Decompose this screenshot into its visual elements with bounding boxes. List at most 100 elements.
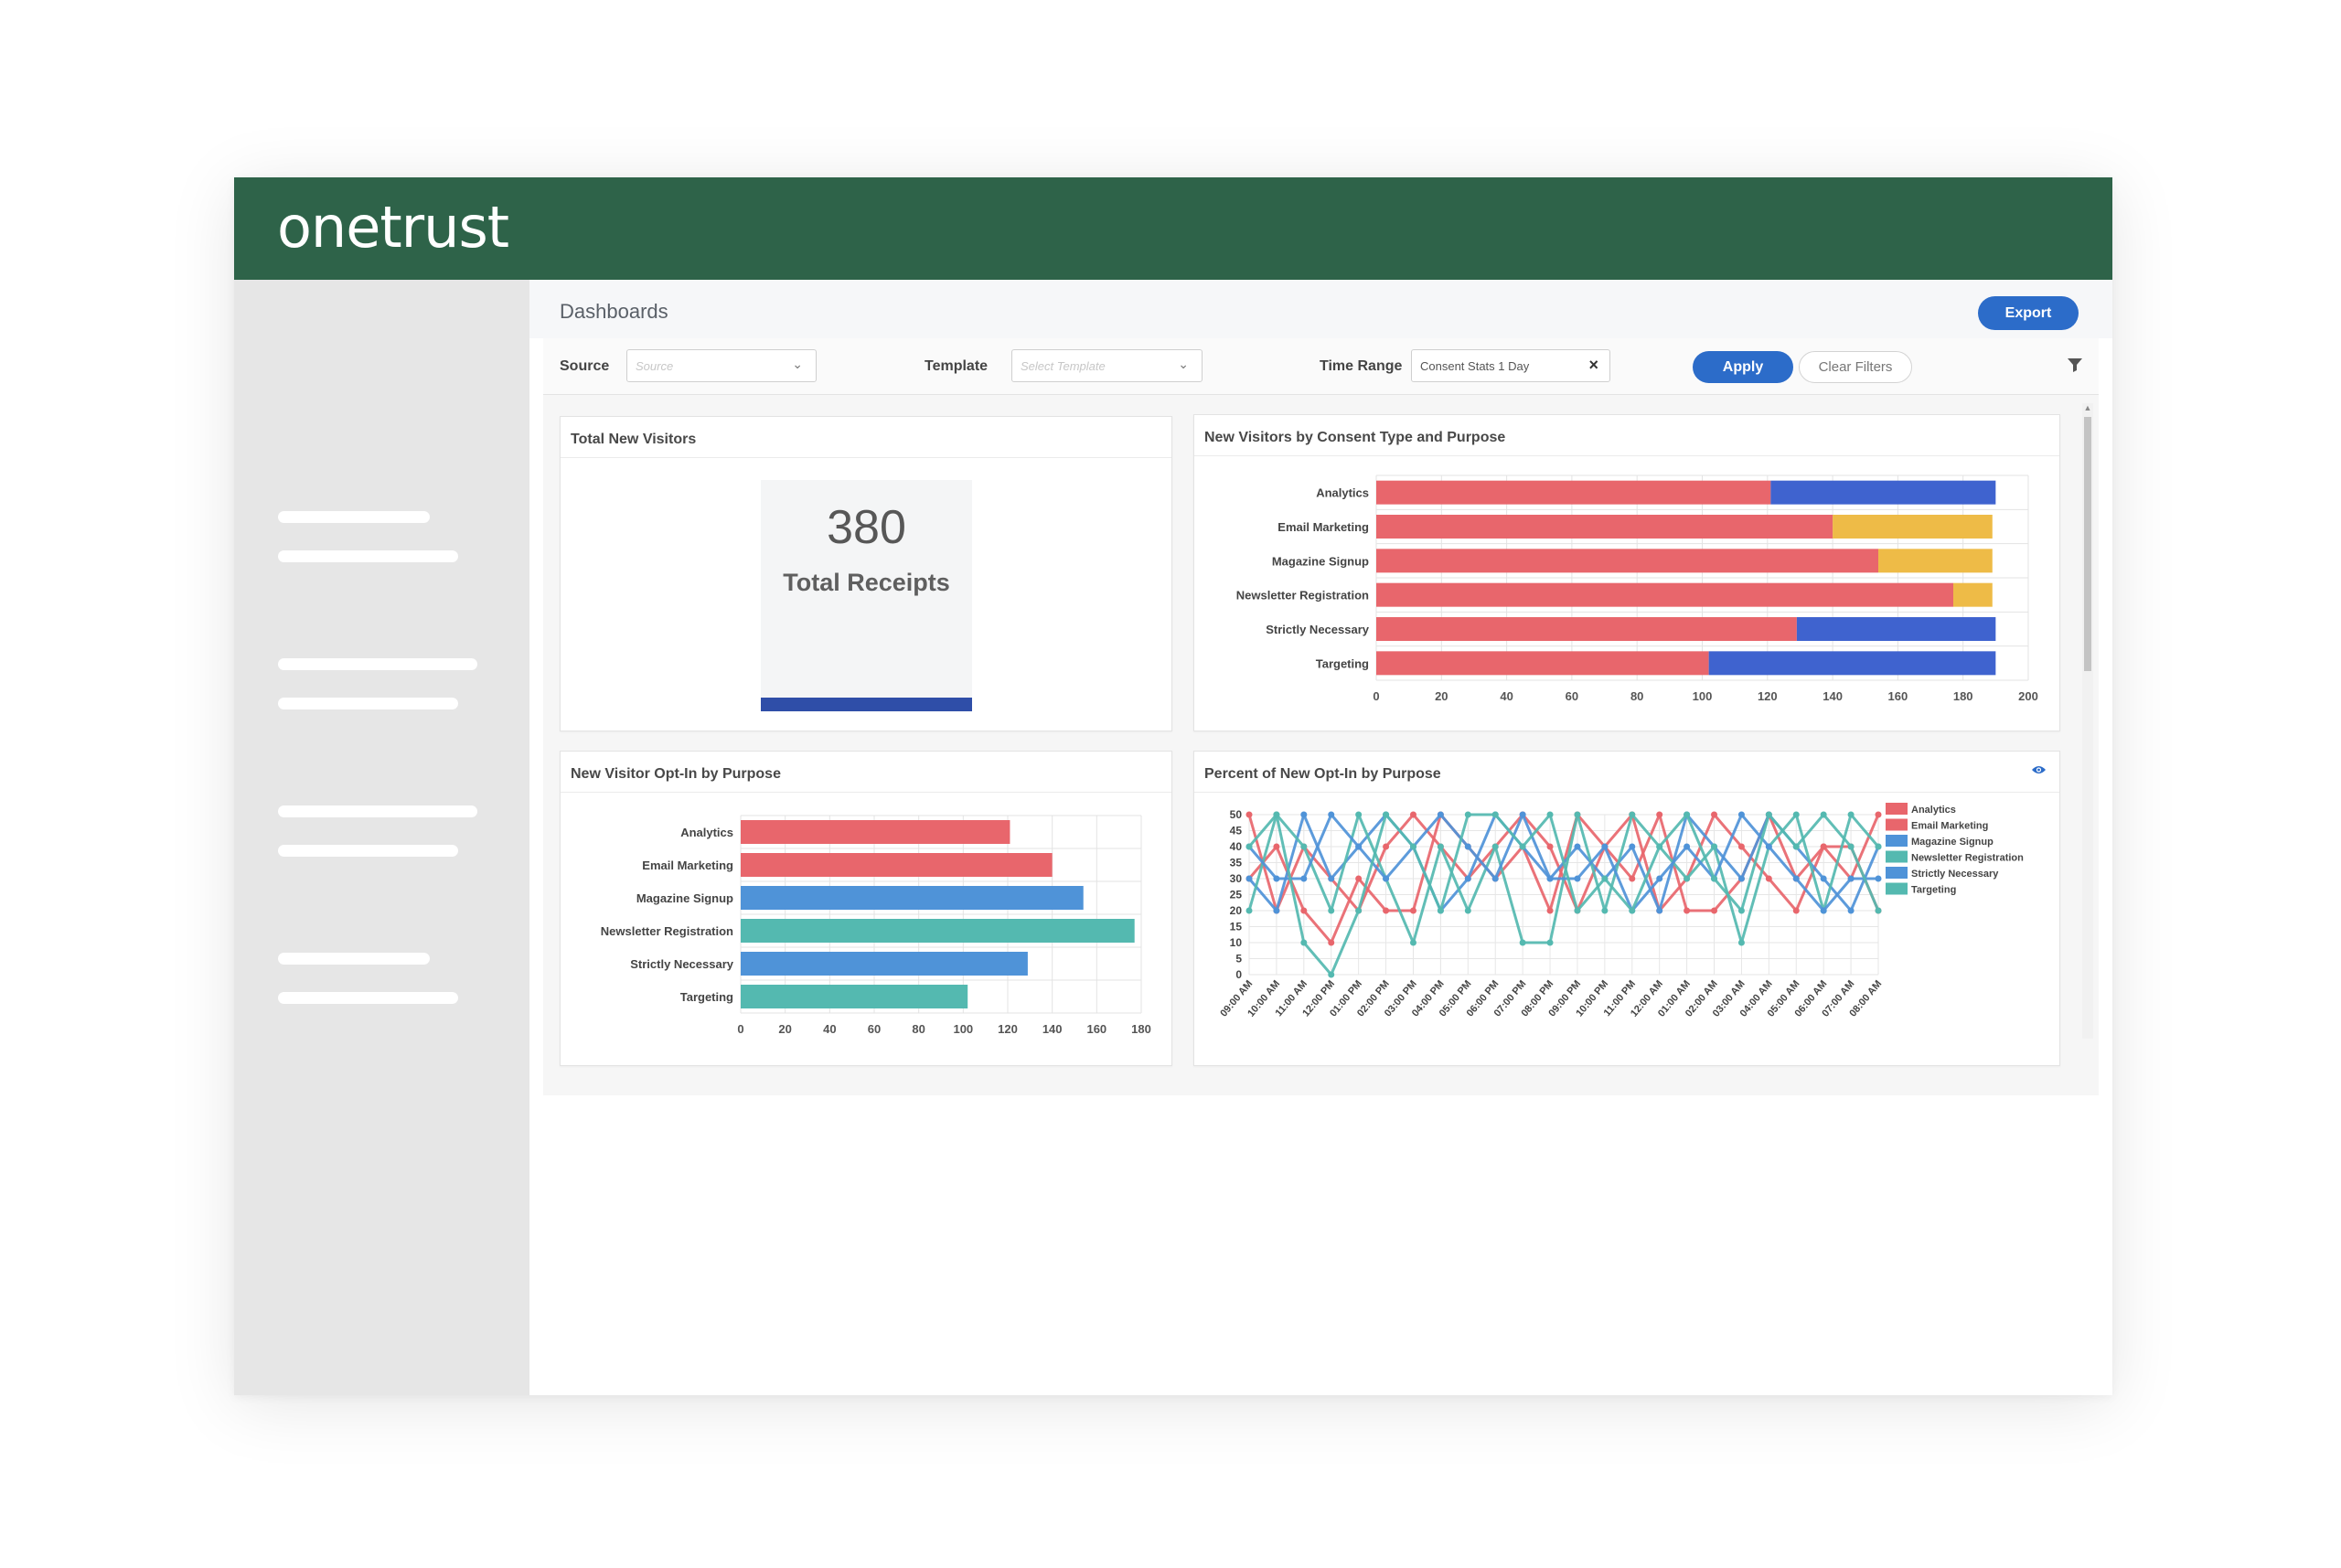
- legend-swatch: [1886, 803, 1908, 815]
- data-point: [1328, 875, 1335, 882]
- data-point: [1273, 811, 1280, 818]
- category-label: Analytics: [680, 826, 733, 839]
- legend-label: Email Marketing: [1911, 821, 1988, 832]
- bar-segment: [1376, 515, 1833, 539]
- page-header: Dashboards Export: [529, 280, 2112, 338]
- data-point: [1656, 875, 1663, 882]
- data-point: [1765, 875, 1772, 882]
- filter-funnel-icon[interactable]: [2065, 355, 2085, 375]
- onetrust-logo[interactable]: onetrust: [277, 194, 509, 261]
- data-point: [1300, 811, 1308, 818]
- filter-bar: Source Source ⌄ Template Select Template…: [543, 338, 2099, 395]
- data-point: [1546, 939, 1554, 946]
- chevron-down-icon: ⌄: [1178, 357, 1189, 371]
- x-tick-label: 60: [868, 1022, 881, 1036]
- eye-icon[interactable]: [2031, 764, 2047, 775]
- y-tick-label: 0: [1235, 968, 1242, 981]
- total-receipts-label: Total Receipts: [783, 569, 950, 596]
- data-point: [1711, 811, 1718, 818]
- x-tick-label: 160: [1086, 1022, 1106, 1036]
- data-point: [1792, 811, 1800, 818]
- data-point: [1629, 907, 1636, 914]
- data-point: [1684, 811, 1691, 818]
- data-point: [1684, 875, 1691, 882]
- legend-swatch: [1886, 850, 1908, 863]
- time-range-select[interactable]: Consent Stats 1 Day ×: [1411, 349, 1610, 382]
- data-point: [1383, 843, 1390, 850]
- legend-swatch: [1886, 882, 1908, 895]
- sidebar-placeholder-line[interactable]: [278, 805, 477, 817]
- data-point: [1656, 811, 1663, 818]
- category-label: Strictly Necessary: [630, 957, 734, 971]
- template-placeholder: Select Template: [1021, 359, 1106, 373]
- clear-x-icon[interactable]: ×: [1588, 356, 1598, 375]
- data-point: [1328, 907, 1335, 914]
- export-button[interactable]: Export: [1978, 296, 2079, 330]
- y-tick-label: 15: [1230, 921, 1243, 933]
- apply-button[interactable]: Apply: [1693, 351, 1793, 383]
- x-tick-label: 40: [823, 1022, 836, 1036]
- data-point: [1711, 907, 1718, 914]
- data-point: [1711, 843, 1718, 850]
- bar-segment: [1796, 617, 1996, 641]
- sidebar-placeholder-line[interactable]: [278, 953, 430, 965]
- card-header: Total New Visitors: [561, 417, 1171, 458]
- card-header: New Visitor Opt-In by Purpose: [561, 752, 1171, 793]
- data-point: [1464, 907, 1471, 914]
- data-point: [1328, 939, 1335, 946]
- template-select[interactable]: Select Template ⌄: [1011, 349, 1203, 382]
- vertical-scrollbar[interactable]: ▲: [2082, 403, 2093, 1039]
- x-tick-label: 0: [1373, 689, 1379, 703]
- data-point: [1409, 811, 1416, 818]
- total-receipts-tile: 380 Total Receipts: [761, 480, 972, 711]
- card-title: New Visitor Opt-In by Purpose: [571, 766, 781, 782]
- scrollbar-thumb[interactable]: [2084, 417, 2091, 671]
- data-point: [1574, 907, 1581, 914]
- x-tick-label: 100: [1693, 689, 1713, 703]
- app-window: onetrust Dashboards Export Source Source…: [234, 177, 2112, 1395]
- data-point: [1875, 843, 1882, 850]
- data-point: [1355, 811, 1363, 818]
- category-label: Newsletter Registration: [601, 924, 733, 938]
- sidebar-placeholder-line[interactable]: [278, 550, 458, 562]
- data-point: [1737, 907, 1745, 914]
- data-point: [1519, 843, 1526, 850]
- x-tick-label: 140: [1042, 1022, 1063, 1036]
- data-point: [1792, 907, 1800, 914]
- data-point: [1765, 843, 1772, 850]
- bar-segment: [1376, 651, 1709, 676]
- legend-label: Newsletter Registration: [1911, 853, 2024, 864]
- bar: [741, 886, 1084, 910]
- total-receipts-bar: [761, 698, 972, 711]
- x-tick-label: 0: [737, 1022, 743, 1036]
- data-point: [1355, 875, 1363, 882]
- data-point: [1792, 843, 1800, 850]
- legend-label: Analytics: [1911, 805, 1956, 816]
- sidebar-placeholder-line[interactable]: [278, 511, 430, 523]
- sidebar-placeholder-line[interactable]: [278, 658, 477, 670]
- sidebar-placeholder-line[interactable]: [278, 845, 458, 857]
- source-placeholder: Source: [636, 359, 674, 373]
- sidebar-placeholder-line[interactable]: [278, 698, 458, 709]
- data-point: [1847, 907, 1855, 914]
- clear-filters-button[interactable]: Clear Filters: [1799, 351, 1912, 383]
- x-tick-label: 60: [1566, 689, 1578, 703]
- data-point: [1300, 875, 1308, 882]
- sidebar-placeholder-line[interactable]: [278, 992, 458, 1004]
- card-header: Percent of New Opt-In by Purpose: [1194, 752, 2059, 793]
- source-label: Source: [560, 358, 610, 374]
- time-range-label: Time Range: [1320, 358, 1403, 374]
- data-point: [1629, 811, 1636, 818]
- x-tick-label: 120: [998, 1022, 1018, 1036]
- data-point: [1409, 907, 1416, 914]
- bar-segment: [1878, 549, 1993, 573]
- source-select[interactable]: Source ⌄: [626, 349, 817, 382]
- x-tick-label: 160: [1888, 689, 1908, 703]
- y-tick-label: 10: [1230, 936, 1243, 949]
- data-point: [1574, 811, 1581, 818]
- scroll-up-arrow-icon[interactable]: ▲: [2083, 403, 2092, 412]
- data-point: [1245, 811, 1253, 818]
- data-point: [1847, 875, 1855, 882]
- legend-label: Strictly Necessary: [1911, 869, 1999, 880]
- data-point: [1820, 907, 1827, 914]
